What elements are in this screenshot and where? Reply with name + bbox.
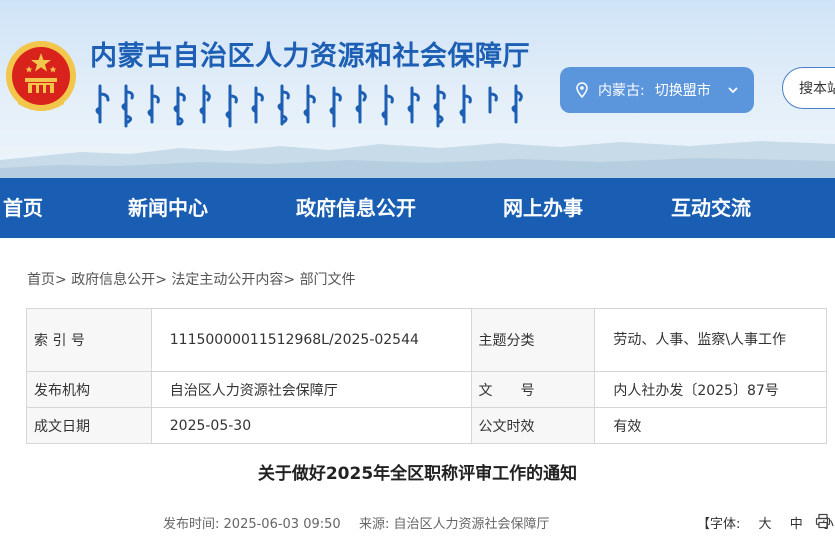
- nav-item-news[interactable]: 新闻中心: [128, 178, 208, 238]
- search-placeholder: 搜本站: [799, 81, 835, 97]
- source-value: 自治区人力资源社会保障厅: [393, 517, 550, 532]
- site-title[interactable]: 内蒙古自治区人力资源和社会保障厅: [90, 34, 530, 73]
- breadcrumb: 首页> 政府信息公开> 法定主动公开内容> 部门文件: [27, 269, 356, 289]
- document-title: 关于做好2025年全区职称评审工作的通知: [257, 464, 578, 484]
- subject-category-value: 劳动、人事、监察\人事工作: [594, 308, 827, 372]
- written-date-value: 2025-05-30: [150, 407, 472, 444]
- breadcrumb-separator: >: [283, 272, 296, 288]
- source-label: 来源:: [358, 517, 390, 532]
- nav-item-online-service[interactable]: 网上办事: [503, 178, 583, 238]
- document-info-table: 索 引 号 11150000011512968L/2025-02544 主题分类…: [26, 308, 827, 444]
- document-number-label: 文 号: [470, 371, 596, 408]
- breadcrumb-separator: >: [55, 272, 67, 288]
- table-row: 成文日期 2025-05-30 公文时效 有效: [26, 407, 827, 444]
- validity-label: 公文时效: [470, 407, 596, 444]
- region-label: 内蒙古:: [598, 83, 645, 99]
- index-number-value: 11150000011512968L/2025-02544: [150, 308, 472, 372]
- breadcrumb-dept-docs[interactable]: 部门文件: [300, 272, 356, 288]
- written-date-label: 成文日期: [26, 407, 152, 444]
- mongolian-script-title: [95, 84, 523, 128]
- issuing-agency-value: 自治区人力资源社会保障厅: [150, 371, 472, 408]
- document-number-value: 内人社办发〔2025〕87号: [594, 371, 827, 408]
- site-header: 内蒙古自治区人力资源和社会保障厅 内蒙古: 切换盟市 搜本站: [0, 0, 835, 178]
- issuing-agency-label: 发布机构: [26, 371, 152, 408]
- national-emblem-icon: [6, 41, 76, 111]
- font-size-large-button[interactable]: 大: [759, 517, 772, 532]
- region-switch-button[interactable]: 内蒙古: 切换盟市: [560, 67, 754, 113]
- chevron-down-icon: [728, 87, 738, 94]
- publish-time-label: 发布时间:: [163, 517, 220, 532]
- index-number-label: 索 引 号: [26, 308, 152, 372]
- validity-value: 有效: [594, 407, 827, 444]
- nav-item-gov-info[interactable]: 政府信息公开: [296, 178, 416, 238]
- print-icon[interactable]: [815, 513, 831, 529]
- document-meta: 发布时间: 2025-06-03 09:50 来源: 自治区人力资源社会保障厅: [163, 513, 550, 532]
- location-icon: [576, 82, 588, 98]
- subject-category-label: 主题分类: [470, 308, 596, 372]
- main-nav: 首页 新闻中心 政府信息公开 网上办事 互动交流: [0, 178, 835, 238]
- nav-item-interaction[interactable]: 互动交流: [671, 178, 751, 238]
- font-size-medium-button[interactable]: 中: [790, 517, 803, 532]
- breadcrumb-gov-info[interactable]: 政府信息公开: [71, 272, 155, 288]
- breadcrumb-home[interactable]: 首页: [27, 272, 55, 288]
- site-search-input[interactable]: 搜本站: [782, 67, 835, 109]
- table-row: 索 引 号 11150000011512968L/2025-02544 主题分类…: [26, 308, 827, 372]
- nav-item-home[interactable]: 首页: [3, 178, 43, 238]
- switch-region-label: 切换盟市: [654, 83, 711, 99]
- publish-time-value: 2025-06-03 09:50: [223, 517, 341, 532]
- font-size-label: 【字体:: [697, 517, 741, 532]
- table-row: 发布机构 自治区人力资源社会保障厅 文 号 内人社办发〔2025〕87号: [26, 371, 827, 408]
- breadcrumb-statutory[interactable]: 法定主动公开内容: [171, 272, 283, 288]
- breadcrumb-separator: >: [155, 272, 167, 288]
